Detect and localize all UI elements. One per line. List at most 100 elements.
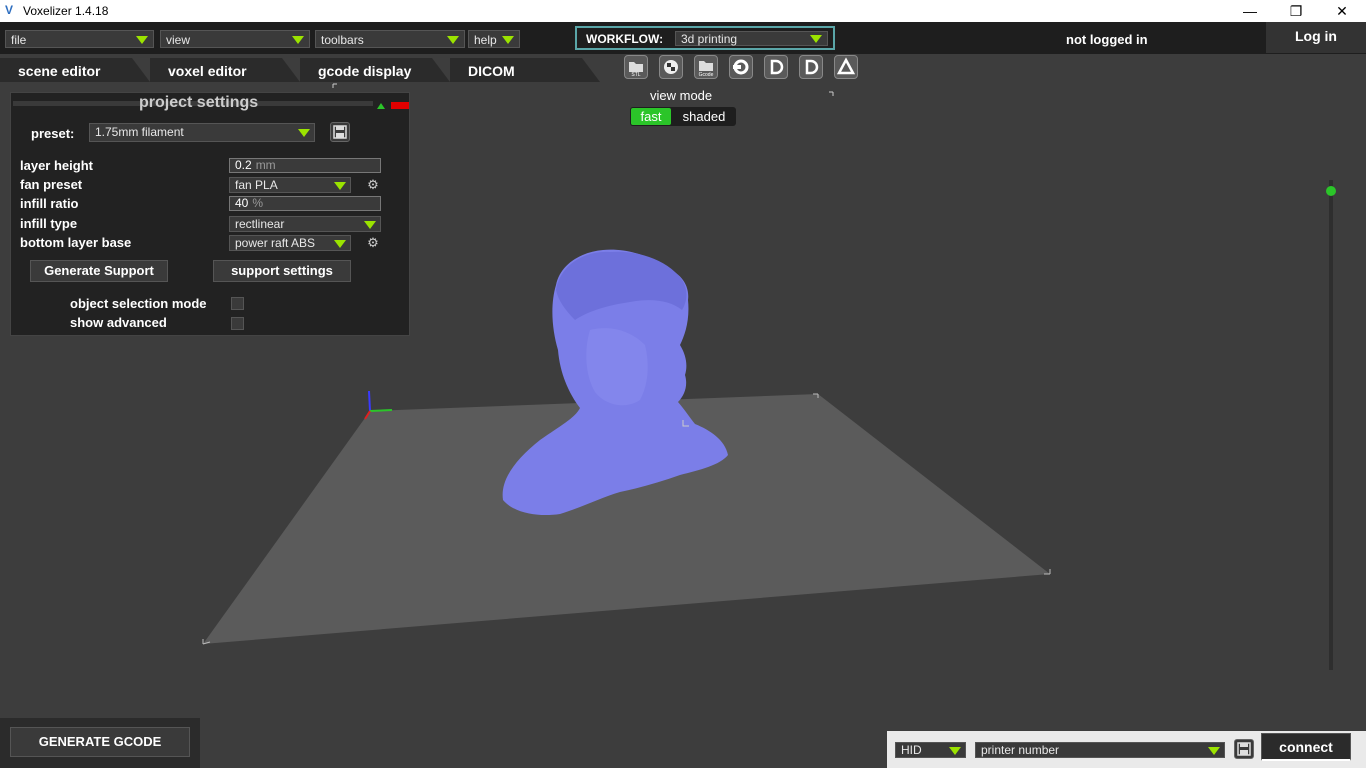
folder-gcode-icon: Gcode	[699, 61, 714, 78]
fan-preset-label: fan preset	[20, 177, 83, 192]
layer-height-unit: mm	[255, 158, 276, 172]
infill-ratio-value: 40	[235, 196, 249, 210]
printer-number-dropdown[interactable]: printer number	[975, 742, 1225, 758]
gcode-icon-label: Gcode	[699, 72, 714, 78]
chevron-down-icon	[447, 36, 459, 44]
project-settings-panel: project settings preset: 1.75mm filament…	[10, 92, 410, 336]
toolbars-menu-label: toolbars	[321, 33, 364, 47]
printer-number-value: printer number	[981, 743, 1060, 757]
fan-preset-value: fan PLA	[235, 178, 278, 192]
file-menu[interactable]: file	[5, 30, 154, 48]
generate-support-button[interactable]: Generate Support	[30, 260, 168, 282]
tab-label: DICOM	[468, 63, 515, 79]
app-logo-icon: V	[5, 3, 14, 17]
view-menu[interactable]: view	[160, 30, 310, 48]
connect-button[interactable]: connect	[1261, 733, 1351, 761]
tab-dicom[interactable]: DICOM	[450, 58, 600, 82]
workflow-dropdown[interactable]: 3d printing	[675, 31, 828, 46]
port-dropdown[interactable]: HID	[895, 742, 966, 758]
close-panel-icon[interactable]	[391, 102, 409, 109]
infill-type-dropdown[interactable]: rectlinear	[229, 216, 381, 232]
object-selection-checkbox[interactable]	[231, 297, 244, 310]
generate-gcode-button[interactable]: GENERATE GCODE	[10, 727, 190, 757]
layer-height-value: 0.2	[235, 158, 252, 172]
chevron-down-icon	[292, 36, 304, 44]
show-advanced-checkbox[interactable]	[231, 317, 244, 330]
preset-dropdown[interactable]: 1.75mm filament	[89, 123, 315, 142]
view-mode-fast[interactable]: fast	[631, 108, 671, 125]
voxel-tool-button[interactable]	[729, 55, 753, 79]
checker-texture-button[interactable]	[659, 55, 683, 79]
bottom-layer-dropdown[interactable]: power raft ABS	[229, 235, 351, 251]
chevron-down-icon	[949, 747, 961, 755]
maximize-button[interactable]: ❐	[1273, 0, 1319, 22]
infill-ratio-input[interactable]: 40%	[229, 196, 381, 211]
d-shape-icon	[770, 59, 784, 75]
stl-icon-label: STL	[631, 72, 640, 78]
chevron-down-icon	[334, 182, 346, 190]
tab-scene-editor[interactable]: scene editor	[0, 58, 150, 82]
show-advanced-label: show advanced	[70, 315, 167, 330]
window-titlebar: V Voxelizer 1.4.18 — ❐ ✕	[0, 0, 1366, 22]
open-gcode-button[interactable]: Gcode	[694, 55, 718, 79]
tab-label: voxel editor	[168, 63, 247, 79]
minimize-button[interactable]: —	[1227, 0, 1273, 22]
workflow-label: WORKFLOW:	[586, 32, 664, 46]
save-preset-button[interactable]	[330, 122, 350, 142]
raft-settings-gear-icon[interactable]: ⚙	[366, 236, 380, 250]
collapse-up-icon[interactable]	[377, 103, 385, 109]
fan-settings-gear-icon[interactable]: ⚙	[366, 178, 380, 192]
apex-tool-button[interactable]	[834, 55, 858, 79]
checkerboard-icon	[664, 60, 678, 74]
port-value: HID	[901, 743, 922, 757]
layer-height-input[interactable]: 0.2 mm	[229, 158, 381, 173]
tab-label: gcode display	[318, 63, 412, 79]
floppy-disk-icon	[333, 125, 347, 139]
chevron-down-icon	[1208, 747, 1220, 755]
tab-label: scene editor	[18, 63, 101, 79]
chevron-down-icon	[334, 240, 346, 248]
infill-ratio-label: infill ratio	[20, 196, 79, 211]
view-mode-shaded[interactable]: shaded	[674, 108, 734, 125]
layer-slider-track[interactable]	[1329, 180, 1333, 670]
view-menu-label: view	[166, 33, 191, 47]
view-mode-toggle: fast shaded	[630, 107, 736, 126]
d-tool-button[interactable]	[764, 55, 788, 79]
infill-ratio-unit: %	[252, 196, 264, 210]
workflow-value: 3d printing	[681, 32, 738, 46]
login-status: not logged in	[1066, 32, 1148, 47]
voxel-tool-icon	[733, 59, 749, 75]
save-connection-button[interactable]	[1234, 739, 1254, 759]
tab-gcode-display[interactable]: gcode display	[300, 58, 450, 82]
preset-label: preset:	[31, 126, 75, 141]
bottom-layer-label: bottom layer base	[20, 235, 132, 250]
layer-slider-knob[interactable]	[1326, 186, 1336, 196]
axis-gizmo	[364, 390, 393, 420]
panel-title: project settings	[139, 94, 259, 111]
infill-type-value: rectlinear	[235, 217, 285, 231]
layer-height-label: layer height	[20, 158, 93, 173]
bed-corner-markers	[202, 393, 1051, 645]
d-shape-icon	[805, 59, 819, 75]
support-settings-button[interactable]: support settings	[213, 260, 351, 282]
window-title: Voxelizer 1.4.18	[23, 4, 109, 18]
preset-value: 1.75mm filament	[95, 125, 184, 139]
chevron-down-icon	[364, 221, 376, 229]
d-tool-2-button[interactable]	[799, 55, 823, 79]
chevron-down-icon	[810, 35, 822, 43]
open-stl-button[interactable]: STL	[624, 55, 648, 79]
triangle-icon	[836, 57, 856, 75]
workflow-selector: WORKFLOW: 3d printing	[575, 26, 835, 50]
fan-preset-dropdown[interactable]: fan PLA	[229, 177, 351, 193]
toolbars-menu[interactable]: toolbars	[315, 30, 465, 48]
object-selection-label: object selection mode	[70, 296, 207, 311]
infill-type-label: infill type	[20, 216, 78, 231]
login-button[interactable]: Log in	[1266, 22, 1366, 53]
floppy-disk-icon	[1237, 742, 1251, 756]
view-mode-label: view mode	[650, 88, 713, 103]
chevron-down-icon	[298, 129, 310, 137]
help-menu-label: help	[474, 33, 497, 47]
close-button[interactable]: ✕	[1319, 0, 1365, 22]
tab-voxel-editor[interactable]: voxel editor	[150, 58, 300, 82]
help-menu[interactable]: help	[468, 30, 520, 48]
